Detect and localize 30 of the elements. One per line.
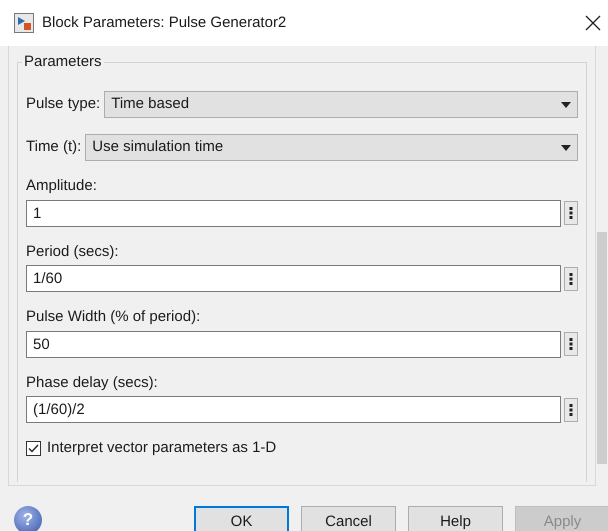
- block-icon: [14, 13, 34, 33]
- more-icon: [569, 272, 574, 286]
- field-label: Period (secs):: [26, 242, 119, 262]
- checkbox[interactable]: [26, 440, 41, 456]
- dropdown[interactable]: Time based: [104, 91, 578, 118]
- window-title: Block Parameters: Pulse Generator2: [42, 12, 286, 33]
- field-label: Time (t):: [26, 137, 82, 158]
- more-button[interactable]: [564, 332, 578, 356]
- caret-icon: [561, 144, 571, 150]
- checkbox-label: Interpret vector parameters as 1-D: [47, 438, 276, 458]
- dialog-button[interactable]: Help: [408, 506, 503, 531]
- caret-icon: [561, 102, 571, 108]
- input-field[interactable]: (1/60)/2: [26, 396, 562, 423]
- more-icon: [569, 337, 574, 351]
- field-label: Pulse type:: [26, 94, 100, 114]
- dialog-button[interactable]: Cancel: [301, 506, 396, 531]
- more-button[interactable]: [564, 201, 578, 225]
- input-field[interactable]: 50: [26, 330, 562, 358]
- dropdown[interactable]: Use simulation time: [85, 134, 578, 161]
- field-label: Amplitude:: [26, 176, 97, 196]
- more-icon: [569, 402, 574, 416]
- input-field[interactable]: 1: [26, 200, 562, 226]
- more-button[interactable]: [564, 398, 578, 422]
- input-field[interactable]: 1/60: [26, 265, 562, 292]
- dialog-button[interactable]: OK: [194, 506, 289, 531]
- field-label: Phase delay (secs):: [26, 372, 158, 392]
- close-icon: [585, 15, 601, 31]
- more-button[interactable]: [564, 266, 578, 290]
- more-icon: [569, 206, 574, 220]
- field-label: Pulse Width (% of period):: [26, 307, 200, 327]
